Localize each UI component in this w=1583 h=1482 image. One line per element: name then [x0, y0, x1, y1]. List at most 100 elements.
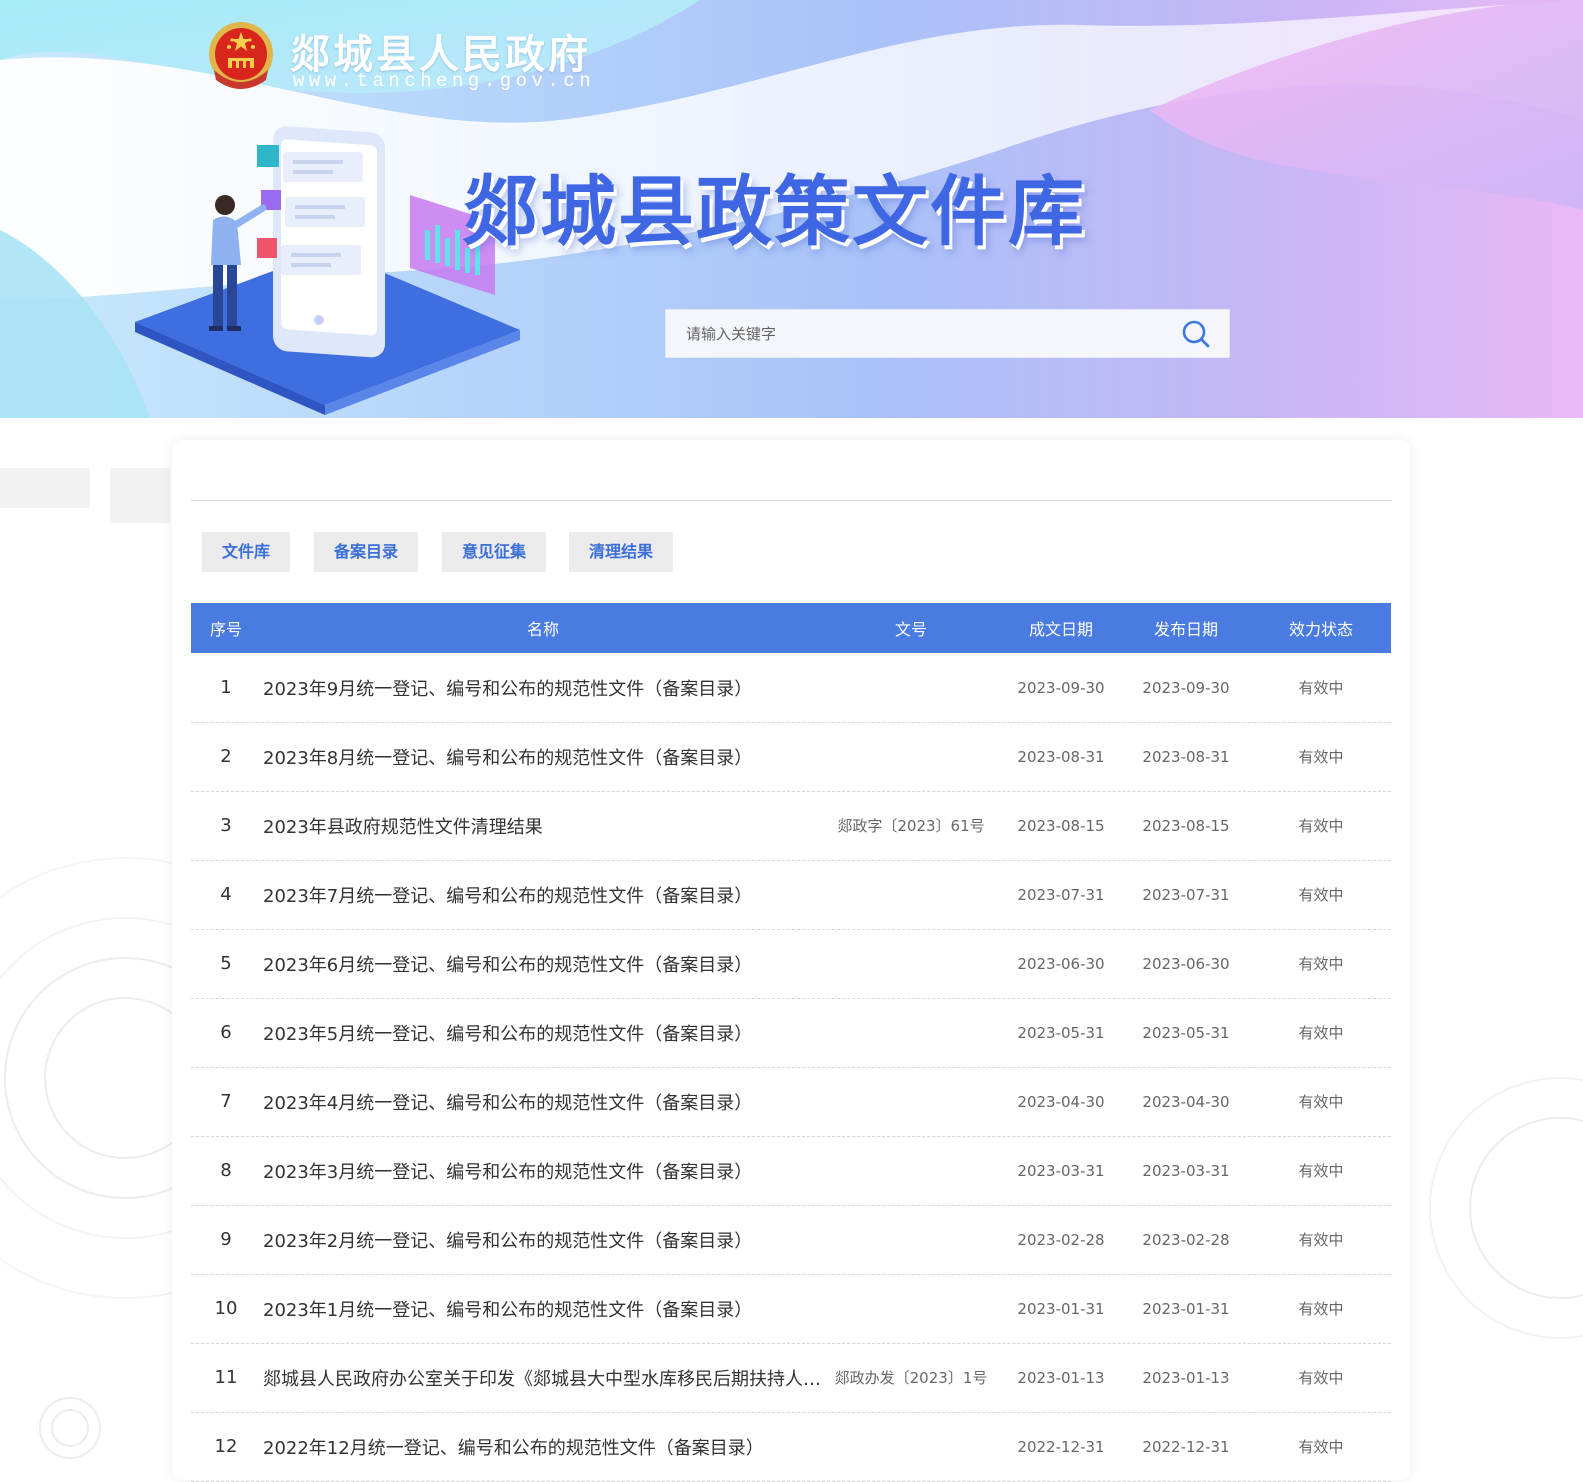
row-pub-date: 2023-08-15	[1126, 791, 1246, 860]
row-name-text[interactable]: 2023年2月统一登记、编号和公布的规范性文件（备案目录）	[263, 1227, 752, 1253]
row-name[interactable]: 2023年7月统一登记、编号和公布的规范性文件（备案目录）	[263, 860, 823, 929]
row-status-text: 有效中	[1298, 1369, 1344, 1387]
row-made-date: 2022-12-31	[1001, 1412, 1121, 1481]
row-no: 4	[191, 860, 261, 929]
row-doc-no	[831, 998, 991, 1067]
row-name-text[interactable]: 2023年4月统一登记、编号和公布的规范性文件（备案目录）	[263, 1089, 752, 1115]
row-name-text[interactable]: 2023年6月统一登记、编号和公布的规范性文件（备案目录）	[263, 951, 752, 977]
row-no: 2	[191, 722, 261, 791]
row-status: 有效中	[1256, 929, 1386, 998]
row-status-text: 有效中	[1298, 955, 1344, 973]
row-name-text[interactable]: 2023年3月统一登记、编号和公布的规范性文件（备案目录）	[263, 1158, 752, 1184]
row-name[interactable]: 2022年12月统一登记、编号和公布的规范性文件（备案目录）	[263, 1412, 823, 1481]
row-no: 8	[191, 1136, 261, 1205]
table-row[interactable]: 7 2023年4月统一登记、编号和公布的规范性文件（备案目录） 2023-04-30…	[191, 1067, 1391, 1137]
header-doc-no: 文号	[894, 620, 927, 639]
table-row[interactable]: 12 2022年12月统一登记、编号和公布的规范性文件（备案目录） 2022-12-…	[191, 1412, 1391, 1482]
row-name-text[interactable]: 2023年8月统一登记、编号和公布的规范性文件（备案目录）	[263, 744, 752, 770]
row-no-text: 3	[220, 815, 232, 836]
row-pub-date: 2023-04-30	[1126, 1067, 1246, 1136]
table-row[interactable]: 9 2023年2月统一登记、编号和公布的规范性文件（备案目录） 2023-02-28…	[191, 1205, 1391, 1275]
tab-cleanup-results[interactable]: 清理结果	[569, 532, 673, 572]
row-name-text[interactable]: 2022年12月统一登记、编号和公布的规范性文件（备案目录）	[263, 1434, 764, 1460]
row-status-text: 有效中	[1298, 1024, 1344, 1042]
row-made-date-text: 2023-07-31	[1017, 885, 1105, 904]
row-status: 有效中	[1256, 1067, 1386, 1136]
row-name-text[interactable]: 2023年县政府规范性文件清理结果	[263, 813, 543, 839]
row-made-date-text: 2023-04-30	[1017, 1092, 1105, 1111]
row-no-text: 2	[220, 746, 232, 767]
row-name[interactable]: 2023年5月统一登记、编号和公布的规范性文件（备案目录）	[263, 998, 823, 1067]
row-pub-date-text: 2023-04-30	[1142, 1092, 1230, 1111]
row-pub-date: 2023-01-31	[1126, 1274, 1246, 1343]
row-name[interactable]: 2023年2月统一登记、编号和公布的规范性文件（备案目录）	[263, 1205, 823, 1274]
row-status-text: 有效中	[1298, 886, 1344, 904]
row-doc-no: 郯政办发〔2023〕1号	[831, 1343, 991, 1412]
table-row[interactable]: 2 2023年8月统一登记、编号和公布的规范性文件（备案目录） 2023-08-31…	[191, 722, 1391, 792]
row-made-date: 2023-01-31	[1001, 1274, 1121, 1343]
row-pub-date-text: 2023-06-30	[1142, 954, 1230, 973]
tab-opinion-collection[interactable]: 意见征集	[442, 532, 546, 572]
content-panel: 文件库 备案目录 意见征集 清理结果 序号 名称 文号 成文日期 发布日期 效力…	[172, 440, 1410, 1482]
row-name-text[interactable]: 2023年1月统一登记、编号和公布的规范性文件（备案目录）	[263, 1296, 752, 1322]
table-row[interactable]: 8 2023年3月统一登记、编号和公布的规范性文件（备案目录） 2023-03-31…	[191, 1136, 1391, 1206]
table-row[interactable]: 10 2023年1月统一登记、编号和公布的规范性文件（备案目录） 2023-01-3…	[191, 1274, 1391, 1344]
national-emblem-icon	[209, 22, 273, 89]
row-doc-no	[831, 722, 991, 791]
header-status: 效力状态	[1288, 620, 1353, 639]
table-header: 序号 名称 文号 成文日期 发布日期 效力状态	[191, 603, 1391, 653]
row-made-date-text: 2023-08-31	[1017, 747, 1105, 766]
row-pub-date-text: 2023-07-31	[1142, 885, 1230, 904]
row-made-date-text: 2023-02-28	[1017, 1230, 1105, 1249]
row-status-text: 有效中	[1298, 748, 1344, 766]
divider	[191, 500, 1391, 501]
row-pub-date-text: 2023-08-15	[1142, 816, 1230, 835]
row-name-text[interactable]: 2023年7月统一登记、编号和公布的规范性文件（备案目录）	[263, 882, 752, 908]
header-name: 名称	[526, 620, 559, 639]
table-row[interactable]: 1 2023年9月统一登记、编号和公布的规范性文件（备案目录） 2023-09-30…	[191, 653, 1391, 723]
table-row[interactable]: 6 2023年5月统一登记、编号和公布的规范性文件（备案目录） 2023-05-31…	[191, 998, 1391, 1068]
table-row[interactable]: 4 2023年7月统一登记、编号和公布的规范性文件（备案目录） 2023-07-31…	[191, 860, 1391, 930]
row-status: 有效中	[1256, 722, 1386, 791]
row-name[interactable]: 郯城县人民政府办公室关于印发《郯城县大中型水库移民后期扶持人 ...	[263, 1343, 823, 1412]
header-no: 序号	[209, 620, 242, 639]
row-name[interactable]: 2023年8月统一登记、编号和公布的规范性文件（备案目录）	[263, 722, 823, 791]
row-pub-date: 2023-07-31	[1126, 860, 1246, 929]
row-doc-no: 郯政字〔2023〕61号	[831, 791, 991, 860]
tab-filing-catalog[interactable]: 备案目录	[314, 532, 418, 572]
row-status-text: 有效中	[1298, 1093, 1344, 1111]
row-name[interactable]: 2023年9月统一登记、编号和公布的规范性文件（备案目录）	[263, 653, 823, 722]
row-status: 有效中	[1256, 1412, 1386, 1481]
search-input[interactable]	[666, 310, 1166, 357]
row-status-text: 有效中	[1298, 817, 1344, 835]
row-status-text: 有效中	[1298, 679, 1344, 697]
row-pub-date-text: 2022-12-31	[1142, 1437, 1230, 1456]
table-row[interactable]: 5 2023年6月统一登记、编号和公布的规范性文件（备案目录） 2023-06-30…	[191, 929, 1391, 999]
row-no-text: 9	[220, 1229, 232, 1250]
row-name[interactable]: 2023年1月统一登记、编号和公布的规范性文件（备案目录）	[263, 1274, 823, 1343]
tab-file-library[interactable]: 文件库	[202, 532, 290, 572]
table-row[interactable]: 11 郯城县人民政府办公室关于印发《郯城县大中型水库移民后期扶持人 ... 郯政办发…	[191, 1343, 1391, 1413]
row-name-text[interactable]: 郯城县人民政府办公室关于印发《郯城县大中型水库移民后期扶持人 ...	[263, 1365, 823, 1391]
row-status: 有效中	[1256, 1274, 1386, 1343]
row-made-date: 2023-08-15	[1001, 791, 1121, 860]
row-no: 9	[191, 1205, 261, 1274]
row-name[interactable]: 2023年县政府规范性文件清理结果	[263, 791, 823, 860]
search-icon[interactable]	[1181, 319, 1211, 349]
row-doc-no	[831, 1412, 991, 1481]
row-made-date: 2023-08-31	[1001, 722, 1121, 791]
row-pub-date: 2023-09-30	[1126, 653, 1246, 722]
row-doc-no	[831, 653, 991, 722]
row-name-text[interactable]: 2023年5月统一登记、编号和公布的规范性文件（备案目录）	[263, 1020, 752, 1046]
row-status-text: 有效中	[1298, 1438, 1344, 1456]
row-no-text: 10	[214, 1298, 238, 1319]
row-name[interactable]: 2023年3月统一登记、编号和公布的规范性文件（备案目录）	[263, 1136, 823, 1205]
table-row[interactable]: 3 2023年县政府规范性文件清理结果 郯政字〔2023〕61号 2023-08-15…	[191, 791, 1391, 861]
row-pub-date: 2023-05-31	[1126, 998, 1246, 1067]
header-made-date: 成文日期	[1028, 620, 1093, 639]
page-title: 郯城县政策文件库	[462, 167, 1086, 256]
row-name[interactable]: 2023年6月统一登记、编号和公布的规范性文件（备案目录）	[263, 929, 823, 998]
row-name-text[interactable]: 2023年9月统一登记、编号和公布的规范性文件（备案目录）	[263, 675, 752, 701]
row-status-text: 有效中	[1298, 1162, 1344, 1180]
row-name[interactable]: 2023年4月统一登记、编号和公布的规范性文件（备案目录）	[263, 1067, 823, 1136]
